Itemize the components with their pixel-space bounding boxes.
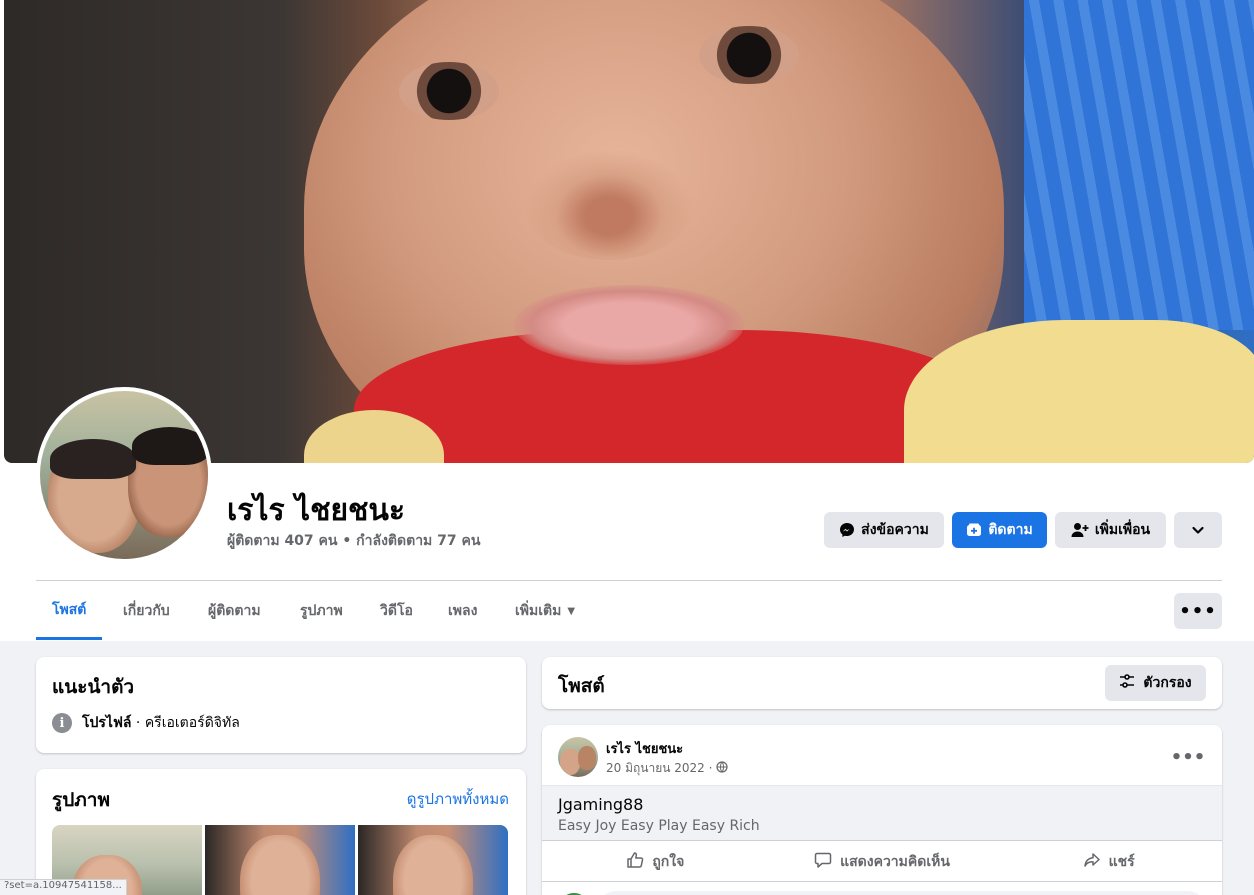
comment-icon <box>814 851 832 873</box>
add-friend-label: เพิ่มเพื่อน <box>1094 522 1151 538</box>
status-bar-url: ?set=a.10947541158... <box>0 879 127 895</box>
profile-avatar[interactable] <box>36 387 212 563</box>
filter-button[interactable]: ตัวกรอง <box>1105 665 1206 701</box>
tab-label: วิดีโอ <box>380 603 413 619</box>
intro-profile-row: i โปรไฟล์ · ครีเอเตอร์ดิจิทัล <box>52 712 240 734</box>
tab-posts[interactable]: โพสต์ <box>36 582 103 640</box>
like-icon <box>626 851 644 873</box>
add-friend-button[interactable]: เพิ่มเพื่อน <box>1055 512 1166 548</box>
intro-profile-category: · ครีเอเตอร์ดิจิทัล <box>131 715 240 731</box>
photo-thumbnail[interactable] <box>358 825 508 895</box>
messenger-icon <box>839 522 855 538</box>
comment-label: แสดงความคิดเห็น <box>840 853 950 870</box>
intro-card: แนะนำตัว i โปรไฟล์ · ครีเอเตอร์ดิจิทัล <box>36 657 526 753</box>
comment-button[interactable]: แสดงความคิดเห็น <box>769 842 996 881</box>
tab-videos[interactable]: วิดีโอ <box>364 582 429 640</box>
profile-stats[interactable]: ผู้ติดตาม 407 คน • กำลังติดตาม 77 คน <box>227 530 480 552</box>
chevron-down-icon <box>1191 523 1205 537</box>
share-button[interactable]: แชร์ <box>995 842 1222 881</box>
posts-title: โพสต์ <box>558 675 605 697</box>
intro-profile-label: โปรไฟล์ <box>82 715 132 731</box>
comment-composer <box>558 891 1206 895</box>
filter-icon <box>1119 673 1135 693</box>
link-preview[interactable]: Jgaming88 Easy Joy Easy Play Easy Rich <box>542 785 1222 841</box>
posts-header-card: โพสต์ ตัวกรอง <box>542 657 1222 709</box>
post-actions-bar: ถูกใจ แสดงความคิดเห็น แชร์ <box>542 842 1222 882</box>
photos-card: รูปภาพ ดูรูปภาพทั้งหมด <box>36 769 526 895</box>
tab-label: เพลง <box>448 603 478 619</box>
message-button[interactable]: ส่งข้อความ <box>824 512 944 548</box>
link-preview-description: Easy Joy Easy Play Easy Rich <box>558 818 760 834</box>
photos-title: รูปภาพ <box>52 789 110 811</box>
caret-down-icon: ▼ <box>567 605 576 617</box>
message-label: ส่งข้อความ <box>861 522 929 538</box>
post-options-button[interactable]: ••• <box>1170 739 1206 775</box>
tab-about[interactable]: เกี่ยวกับ <box>107 582 186 640</box>
cover-photo[interactable] <box>4 0 1254 463</box>
post-date[interactable]: 20 มิถุนายน 2022 · <box>606 759 712 778</box>
tab-music[interactable]: เพลง <box>432 582 493 640</box>
share-icon <box>1083 851 1101 873</box>
more-dots-icon: ••• <box>1179 600 1217 622</box>
tab-label: เกี่ยวกับ <box>123 603 170 619</box>
header-divider <box>36 580 1222 581</box>
like-button[interactable]: ถูกใจ <box>542 842 769 881</box>
follow-icon <box>966 522 982 538</box>
follow-button[interactable]: ติดตาม <box>952 512 1047 548</box>
comment-input[interactable] <box>598 891 1206 895</box>
tab-more[interactable]: เพิ่มเติม ▼ <box>499 582 591 640</box>
post-author-name[interactable]: เรไร ไชยชนะ <box>606 738 683 759</box>
profile-name: เรไร ไชยชนะ <box>227 493 406 528</box>
add-friend-icon <box>1071 522 1089 538</box>
intro-title: แนะนำตัว <box>52 676 135 698</box>
profile-header: เรไร ไชยชนะ ผู้ติดตาม 407 คน • กำลังติดต… <box>0 0 1254 641</box>
more-dots-button[interactable]: ••• <box>1174 593 1222 629</box>
profile-more-button[interactable] <box>1174 512 1222 548</box>
post-author-avatar[interactable] <box>558 737 598 777</box>
post-card: เรไร ไชยชนะ 20 มิถุนายน 2022 · ••• Jgami… <box>542 725 1222 895</box>
follow-label: ติดตาม <box>988 522 1033 538</box>
filter-label: ตัวกรอง <box>1143 675 1192 691</box>
more-dots-icon: ••• <box>1170 746 1206 768</box>
post-meta: 20 มิถุนายน 2022 · <box>606 759 729 778</box>
info-icon: i <box>52 713 72 733</box>
see-all-photos-link[interactable]: ดูรูปภาพทั้งหมด <box>407 787 509 811</box>
tab-label: เพิ่มเติม <box>515 603 562 619</box>
globe-icon <box>716 761 729 776</box>
photo-thumbnail[interactable] <box>205 825 355 895</box>
tab-label: ผู้ติดตาม <box>208 603 261 619</box>
tab-label: รูปภาพ <box>300 603 343 619</box>
tab-photos[interactable]: รูปภาพ <box>284 582 359 640</box>
tab-label: โพสต์ <box>52 601 87 618</box>
share-label: แชร์ <box>1108 853 1135 870</box>
tab-followers[interactable]: ผู้ติดตาม <box>192 582 277 640</box>
like-label: ถูกใจ <box>652 853 685 870</box>
link-preview-title: Jgaming88 <box>558 795 644 814</box>
